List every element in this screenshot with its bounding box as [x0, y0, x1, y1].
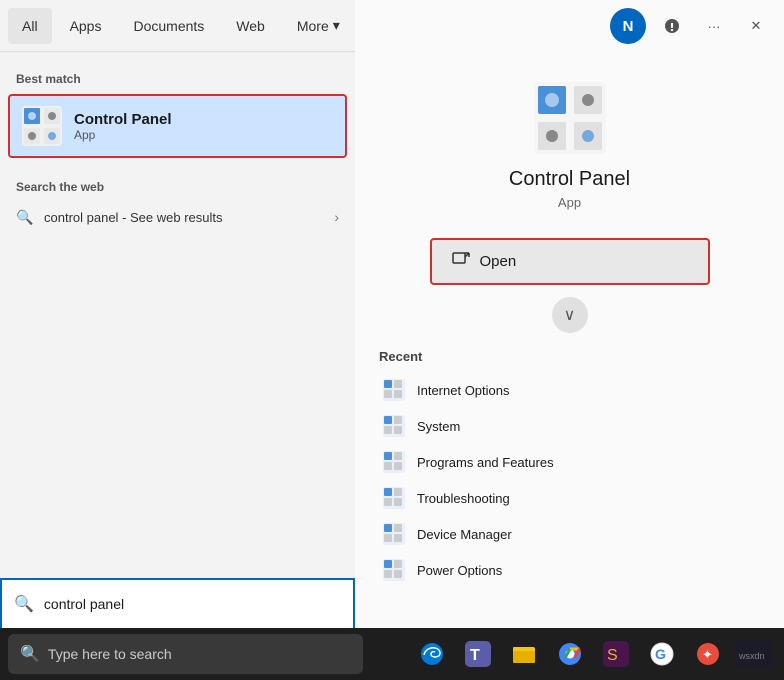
taskbar-search-text: Type here to search	[48, 646, 172, 662]
tab-more[interactable]: More ▾	[283, 8, 354, 44]
search-bar[interactable]: 🔍	[0, 578, 355, 630]
svg-text:✦: ✦	[702, 647, 713, 662]
open-icon	[452, 250, 470, 273]
system-icon	[383, 415, 405, 437]
search-panel: All Apps Documents Web More ▾ Best match	[0, 0, 784, 630]
web-search-query: control panel	[44, 210, 118, 225]
web-search-text: control panel - See web results	[44, 210, 223, 225]
expand-button[interactable]: ∨	[552, 297, 588, 333]
internet-options-icon	[383, 379, 405, 401]
recent-item-programs[interactable]: Programs and Features	[379, 444, 760, 480]
control-panel-large-icon	[534, 82, 606, 154]
troubleshooting-icon	[383, 487, 405, 509]
recent-item-label: Programs and Features	[417, 455, 554, 470]
recent-item-device-manager[interactable]: Device Manager	[379, 516, 760, 552]
chevron-right-icon: ›	[334, 209, 339, 225]
best-match-info: Control Panel App	[74, 111, 172, 142]
search-circle-icon: 🔍	[16, 208, 34, 226]
chevron-down-icon: ▾	[333, 17, 340, 34]
taskbar-search-icon: 🔍	[20, 644, 40, 664]
feedback-button[interactable]	[652, 8, 692, 44]
more-options-button[interactable]: ···	[694, 8, 734, 44]
open-button[interactable]: Open	[430, 238, 710, 285]
recent-item-label: System	[417, 419, 460, 434]
search-bar-icon: 🔍	[14, 594, 34, 614]
svg-text:G: G	[655, 646, 666, 662]
chevron-down-icon: ∨	[564, 305, 576, 325]
taskbar-edge-icon[interactable]	[410, 632, 454, 676]
right-app-name: Control Panel	[509, 168, 630, 191]
web-search-label: Search the web	[0, 176, 355, 200]
web-search-suffix: - See web results	[118, 210, 222, 225]
best-match-item[interactable]: Control Panel App	[8, 94, 347, 158]
recent-item-troubleshooting[interactable]: Troubleshooting	[379, 480, 760, 516]
left-panel: All Apps Documents Web More ▾ Best match	[0, 0, 355, 630]
svg-text:T: T	[470, 647, 480, 664]
tabs-bar: All Apps Documents Web More ▾	[0, 0, 355, 52]
svg-text:S: S	[607, 647, 618, 664]
tab-web[interactable]: Web	[222, 8, 279, 44]
recent-item-label: Internet Options	[417, 383, 510, 398]
best-match-subtitle: App	[74, 128, 172, 142]
taskbar-explorer-icon[interactable]	[502, 632, 546, 676]
taskbar: 🔍 Type here to search T	[0, 628, 784, 680]
web-search-section: Search the web 🔍 control panel - See web…	[0, 160, 355, 238]
taskbar-chrome-icon[interactable]	[548, 632, 592, 676]
taskbar-skype-icon[interactable]: ✦	[686, 632, 730, 676]
open-label: Open	[480, 253, 517, 270]
programs-icon	[383, 451, 405, 473]
right-app-type: App	[558, 195, 581, 210]
right-panel: N ··· ✕ Control Panel App	[355, 0, 784, 630]
taskbar-watermark: wsxdn	[732, 632, 776, 676]
best-match-title: Control Panel	[74, 111, 172, 128]
search-input[interactable]	[44, 596, 341, 612]
svg-text:wsxdn: wsxdn	[738, 651, 765, 661]
recent-item-system[interactable]: System	[379, 408, 760, 444]
tab-apps[interactable]: Apps	[56, 8, 116, 44]
left-content: Best match	[0, 52, 355, 630]
window-controls: N ··· ✕	[610, 0, 784, 52]
power-options-icon	[383, 559, 405, 581]
tab-all[interactable]: All	[8, 8, 52, 44]
tab-documents[interactable]: Documents	[119, 8, 218, 44]
taskbar-icons: T S	[410, 632, 776, 676]
taskbar-google-icon[interactable]: G	[640, 632, 684, 676]
recent-item-label: Power Options	[417, 563, 502, 578]
recent-section: Recent Internet Options	[355, 349, 784, 588]
device-manager-icon	[383, 523, 405, 545]
taskbar-search-box[interactable]: 🔍 Type here to search	[8, 634, 363, 674]
taskbar-teams-icon[interactable]: T	[456, 632, 500, 676]
recent-item-label: Troubleshooting	[417, 491, 510, 506]
control-panel-medium-icon	[22, 106, 62, 146]
best-match-label: Best match	[0, 68, 355, 92]
user-avatar[interactable]: N	[610, 8, 646, 44]
recent-item-label: Device Manager	[417, 527, 512, 542]
recent-item-internet-options[interactable]: Internet Options	[379, 372, 760, 408]
close-button[interactable]: ✕	[736, 8, 776, 44]
taskbar-slack-icon[interactable]: S	[594, 632, 638, 676]
web-search-item[interactable]: 🔍 control panel - See web results ›	[0, 200, 355, 234]
recent-label: Recent	[379, 349, 760, 364]
recent-item-power-options[interactable]: Power Options	[379, 552, 760, 588]
